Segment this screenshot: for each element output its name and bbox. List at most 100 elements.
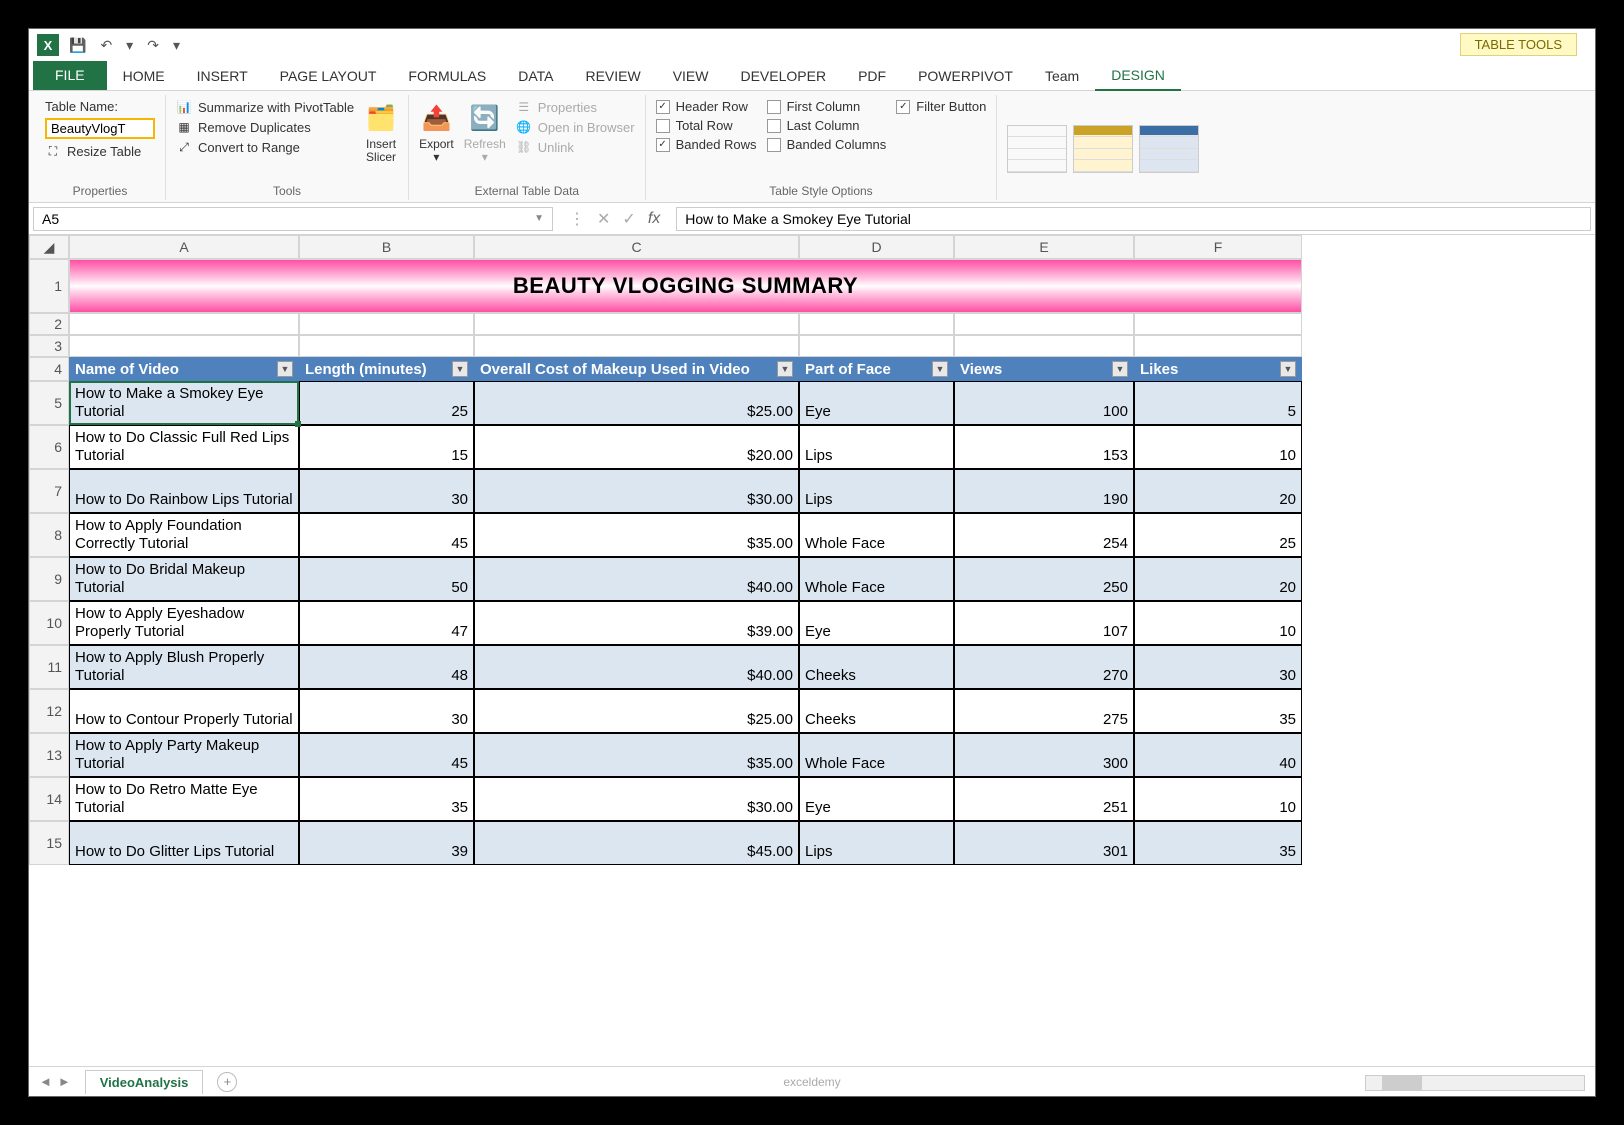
row-header[interactable]: 7 [29, 469, 69, 513]
cell-length[interactable]: 45 [299, 513, 474, 557]
empty-cell[interactable] [474, 313, 799, 335]
row-header[interactable]: 1 [29, 259, 69, 313]
tab-review[interactable]: REVIEW [569, 62, 656, 90]
cell-name[interactable]: How to Do Bridal Makeup Tutorial [69, 557, 299, 601]
resize-table-button[interactable]: ⛶Resize Table [45, 143, 155, 159]
filter-dropdown-icon[interactable]: ▼ [932, 361, 948, 377]
cell-views[interactable]: 300 [954, 733, 1134, 777]
column-header[interactable]: E [954, 235, 1134, 259]
cell-length[interactable]: 30 [299, 469, 474, 513]
cell-name[interactable]: How to Contour Properly Tutorial [69, 689, 299, 733]
cell-length[interactable]: 50 [299, 557, 474, 601]
insert-slicer-button[interactable]: 🗂️ Insert Slicer [364, 99, 398, 164]
accept-icon[interactable]: ✓ [622, 209, 635, 229]
save-icon[interactable]: 💾 [69, 37, 86, 54]
empty-cell[interactable] [799, 313, 954, 335]
tab-page-layout[interactable]: PAGE LAYOUT [264, 62, 393, 90]
filter-dropdown-icon[interactable]: ▼ [777, 361, 793, 377]
cell-views[interactable]: 153 [954, 425, 1134, 469]
cell-views[interactable]: 275 [954, 689, 1134, 733]
sheet-tab-active[interactable]: VideoAnalysis [85, 1070, 204, 1094]
cell-cost[interactable]: $25.00 [474, 689, 799, 733]
row-header[interactable]: 5 [29, 381, 69, 425]
table-style-preview[interactable] [1139, 125, 1199, 173]
cell-name[interactable]: How to Do Retro Matte Eye Tutorial [69, 777, 299, 821]
cell-length[interactable]: 39 [299, 821, 474, 865]
row-header[interactable]: 12 [29, 689, 69, 733]
cell-face-part[interactable]: Eye [799, 777, 954, 821]
row-header[interactable]: 8 [29, 513, 69, 557]
row-header[interactable]: 9 [29, 557, 69, 601]
empty-cell[interactable] [299, 313, 474, 335]
cell-likes[interactable]: 5 [1134, 381, 1302, 425]
cell-likes[interactable]: 30 [1134, 645, 1302, 689]
cell-cost[interactable]: $30.00 [474, 469, 799, 513]
cell-cost[interactable]: $45.00 [474, 821, 799, 865]
table-column-header[interactable]: Overall Cost of Makeup Used in Video▼ [474, 357, 799, 381]
tab-team[interactable]: Team [1029, 62, 1095, 90]
add-sheet-button[interactable]: + [217, 1072, 237, 1092]
row-header[interactable]: 2 [29, 313, 69, 335]
table-column-header[interactable]: Name of Video▼ [69, 357, 299, 381]
cell-views[interactable]: 254 [954, 513, 1134, 557]
cell-face-part[interactable]: Whole Face [799, 557, 954, 601]
total-row-check[interactable]: Total Row [656, 118, 757, 133]
horizontal-scrollbar[interactable] [1365, 1075, 1585, 1091]
cell-cost[interactable]: $35.00 [474, 513, 799, 557]
cell-face-part[interactable]: Cheeks [799, 689, 954, 733]
table-name-input[interactable] [45, 118, 155, 139]
undo-more-icon[interactable]: ▾ [126, 37, 133, 54]
banded-rows-check[interactable]: Banded Rows [656, 137, 757, 152]
empty-cell[interactable] [954, 313, 1134, 335]
cell-cost[interactable]: $20.00 [474, 425, 799, 469]
cell-views[interactable]: 190 [954, 469, 1134, 513]
convert-range-button[interactable]: ⤢Convert to Range [176, 139, 354, 155]
cell-length[interactable]: 25 [299, 381, 474, 425]
tab-view[interactable]: VIEW [657, 62, 725, 90]
column-header[interactable]: D [799, 235, 954, 259]
cell-length[interactable]: 47 [299, 601, 474, 645]
cell-face-part[interactable]: Lips [799, 469, 954, 513]
empty-cell[interactable] [1134, 335, 1302, 357]
empty-cell[interactable] [799, 335, 954, 357]
row-header[interactable]: 11 [29, 645, 69, 689]
tab-data[interactable]: DATA [502, 62, 569, 90]
cell-views[interactable]: 250 [954, 557, 1134, 601]
row-header[interactable]: 4 [29, 357, 69, 381]
undo-icon[interactable]: ↶ [100, 37, 112, 54]
tab-design[interactable]: DESIGN [1095, 61, 1181, 91]
cell-likes[interactable]: 40 [1134, 733, 1302, 777]
chevron-down-icon[interactable]: ▼ [534, 213, 544, 224]
redo-icon[interactable]: ↷ [147, 37, 159, 54]
select-all-corner[interactable]: ◢ [29, 235, 69, 259]
filter-button-check[interactable]: Filter Button [896, 99, 986, 114]
cancel-icon[interactable]: ✕ [597, 209, 610, 229]
cell-face-part[interactable]: Whole Face [799, 513, 954, 557]
cell-views[interactable]: 100 [954, 381, 1134, 425]
cell-face-part[interactable]: Eye [799, 381, 954, 425]
cell-cost[interactable]: $40.00 [474, 557, 799, 601]
row-header[interactable]: 14 [29, 777, 69, 821]
empty-cell[interactable] [299, 335, 474, 357]
tab-developer[interactable]: DEVELOPER [724, 62, 842, 90]
table-column-header[interactable]: Views▼ [954, 357, 1134, 381]
cell-views[interactable]: 301 [954, 821, 1134, 865]
header-row-check[interactable]: Header Row [656, 99, 757, 114]
cell-length[interactable]: 35 [299, 777, 474, 821]
cell-name[interactable]: How to Apply Foundation Correctly Tutori… [69, 513, 299, 557]
banded-cols-check[interactable]: Banded Columns [767, 137, 887, 152]
cell-name[interactable]: How to Apply Eyeshadow Properly Tutorial [69, 601, 299, 645]
cell-likes[interactable]: 35 [1134, 689, 1302, 733]
tab-pdf[interactable]: PDF [842, 62, 902, 90]
formula-input[interactable]: How to Make a Smokey Eye Tutorial [676, 207, 1591, 231]
row-header[interactable]: 15 [29, 821, 69, 865]
cell-cost[interactable]: $25.00 [474, 381, 799, 425]
cell-name[interactable]: How to Do Glitter Lips Tutorial [69, 821, 299, 865]
row-header[interactable]: 10 [29, 601, 69, 645]
row-header[interactable]: 13 [29, 733, 69, 777]
table-style-preview[interactable] [1007, 125, 1067, 173]
tab-home[interactable]: HOME [107, 62, 181, 90]
cell-views[interactable]: 107 [954, 601, 1134, 645]
cell-views[interactable]: 251 [954, 777, 1134, 821]
cell-length[interactable]: 30 [299, 689, 474, 733]
